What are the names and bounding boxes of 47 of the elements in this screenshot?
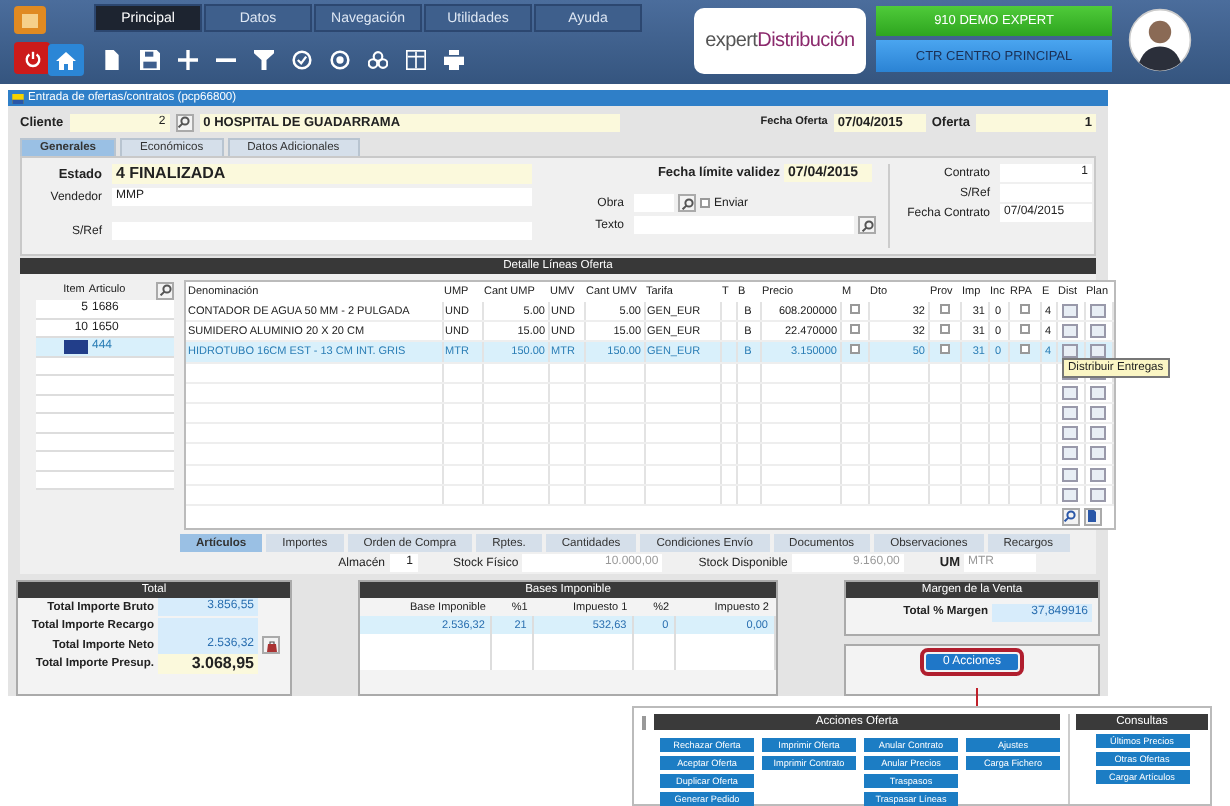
status-field[interactable]: 4 FINALIZADA: [112, 164, 532, 184]
home-icon: [56, 51, 76, 69]
plus-icon[interactable]: [178, 50, 198, 70]
search-button[interactable]: [678, 194, 696, 212]
checkbox[interactable]: [1019, 344, 1029, 355]
target-icon[interactable]: [330, 50, 350, 70]
rings-icon[interactable]: [368, 50, 388, 70]
checkbox[interactable]: [939, 344, 949, 355]
search-icon: [159, 284, 172, 296]
search-icon: [681, 197, 693, 209]
brand-logo: expertDistribución: [694, 8, 866, 74]
search-icon: [178, 116, 191, 128]
search-icon: [861, 219, 873, 231]
contract-reference-field[interactable]: [1000, 184, 1092, 202]
search-button[interactable]: [858, 216, 876, 234]
checkbox[interactable]: [939, 304, 949, 315]
window-icon: [12, 93, 24, 103]
checkbox[interactable]: [700, 198, 710, 208]
search-button[interactable]: [175, 113, 194, 131]
connector-line: [976, 688, 978, 706]
document-icon[interactable]: [102, 50, 122, 70]
search-button[interactable]: [156, 281, 174, 299]
checkbox[interactable]: [849, 324, 859, 335]
total-field[interactable]: 3.068,95: [158, 654, 258, 675]
power-icon: [23, 49, 41, 67]
selection-marker: [64, 339, 88, 354]
total-field[interactable]: [158, 617, 258, 636]
checkbox[interactable]: [849, 344, 859, 355]
check-circle-icon[interactable]: [292, 50, 312, 70]
document-icon: [1086, 510, 1098, 523]
power-button[interactable]: [14, 42, 50, 74]
checkbox[interactable]: [1019, 304, 1029, 315]
search-button[interactable]: [1061, 507, 1079, 526]
bag-icon: [265, 639, 277, 652]
export-button[interactable]: [1083, 507, 1101, 526]
checkbox[interactable]: [939, 324, 949, 335]
checkbox[interactable]: [1019, 324, 1029, 335]
menu-icon: [22, 13, 38, 27]
search-icon: [1064, 510, 1076, 523]
calculator-button[interactable]: [262, 636, 280, 655]
avatar-icon[interactable]: [1128, 8, 1192, 72]
print-icon[interactable]: [444, 50, 464, 70]
columns-icon[interactable]: [406, 50, 426, 70]
save-icon[interactable]: [140, 50, 160, 70]
filter-icon[interactable]: [254, 50, 274, 70]
home-button[interactable]: [48, 44, 84, 76]
checkbox[interactable]: [849, 304, 859, 315]
